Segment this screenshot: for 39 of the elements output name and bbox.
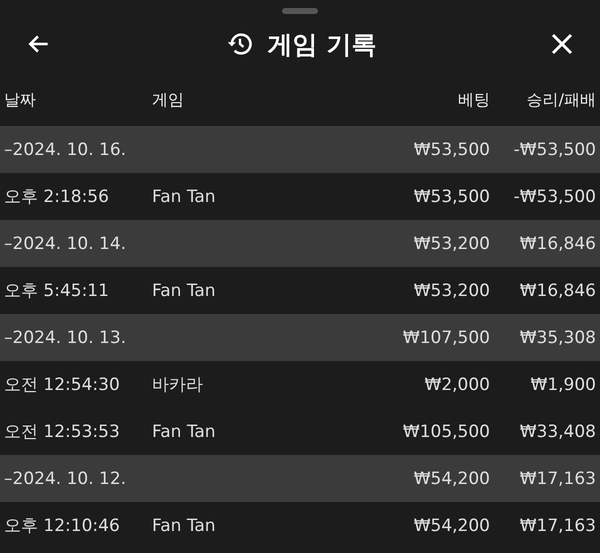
date-cell-text: 오전 12:53:53 — [4, 421, 121, 443]
game-cell-text: Fan Tan — [152, 186, 217, 206]
result-cell-text: ₩16,846 — [518, 280, 596, 300]
column-header: 날짜 — [4, 90, 37, 110]
date-cell-text: 오후 5:45:11 — [4, 280, 110, 302]
result-cell-text: ₩17,163 — [518, 516, 596, 536]
bet-cell-text: ₩53,500 — [412, 186, 490, 206]
bet-cell-text: ₩107,500 — [402, 328, 490, 348]
date-cell-text: 오전 12:54:30 — [4, 374, 121, 396]
result-cell-text: ₩17,163 — [518, 468, 596, 488]
game-cell-text: 바카라 — [152, 374, 204, 396]
column-header: 게임 — [152, 90, 185, 110]
page-title: 게임 기록 — [268, 28, 376, 60]
game-cell-text: Fan Tan — [152, 422, 217, 442]
date-cell-text: –2024. 10. 14. — [4, 234, 128, 254]
date-cell-text: –2024. 10. 16. — [4, 140, 128, 160]
bet-cell-text: ₩53,200 — [412, 234, 490, 254]
close-icon — [550, 32, 574, 56]
bet-cell-text: ₩54,200 — [412, 468, 490, 488]
game-cell-text: Fan Tan — [152, 280, 217, 300]
result-cell-text: -₩53,500 — [512, 140, 596, 160]
bet-cell-text: ₩54,200 — [412, 516, 490, 536]
result-cell-text: ₩35,308 — [518, 328, 596, 348]
bet-cell-text: ₩105,500 — [402, 422, 490, 442]
result-cell-text: ₩33,408 — [518, 422, 596, 442]
result-cell-text: ₩1,900 — [530, 374, 596, 394]
date-cell-text: –2024. 10. 13. — [4, 328, 128, 348]
bet-cell-text: ₩2,000 — [424, 374, 490, 394]
column-header: 승리/패배 — [526, 90, 596, 110]
date-cell-text: –2024. 10. 12. — [4, 468, 128, 488]
result-cell-text: ₩16,846 — [518, 234, 596, 254]
result-cell-text: -₩53,500 — [512, 186, 596, 206]
date-cell-text: 오후 2:18:56 — [4, 186, 110, 208]
bet-cell-text: ₩53,500 — [412, 140, 490, 160]
date-cell-text: 오후 12:10:46 — [4, 515, 121, 537]
column-header: 베팅 — [457, 90, 490, 110]
game-cell-text: Fan Tan — [152, 516, 217, 536]
bet-cell-text: ₩53,200 — [412, 280, 490, 300]
drag-handle[interactable] — [282, 8, 318, 14]
